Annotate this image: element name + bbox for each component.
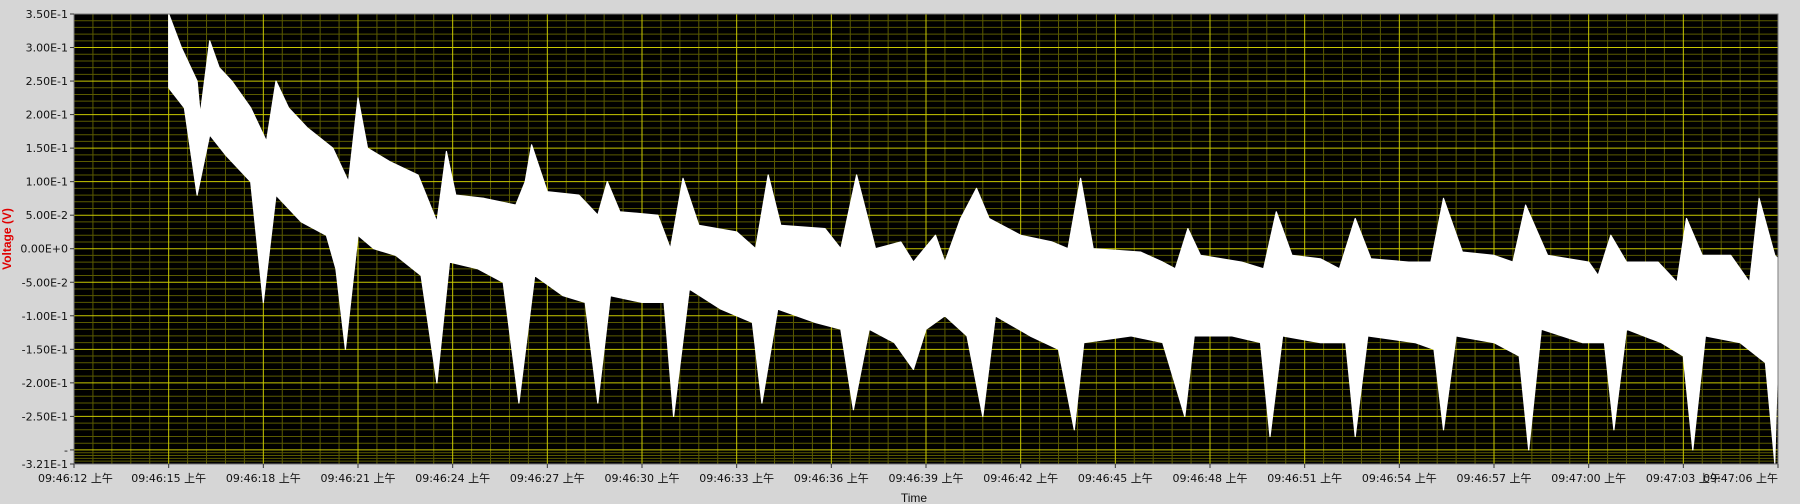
y-tick-label: -1.50E-1	[22, 343, 68, 356]
x-tick-label: 09:46:12 上午	[38, 472, 113, 485]
x-tick-label: 09:46:27 上午	[510, 472, 585, 485]
x-tick-label: 09:46:36 上午	[794, 472, 869, 485]
x-tick-label: 09:46:57 上午	[1457, 472, 1532, 485]
y-tick-label: -3.21E-1	[22, 458, 68, 471]
x-tick-label: 09:46:45 上午	[1078, 472, 1153, 485]
x-tick-label: 09:46:54 上午	[1362, 472, 1437, 485]
y-tick-label: 3.00E-1	[26, 42, 68, 55]
y-tick-label: -2.50E-1	[22, 410, 68, 423]
y-axis-label: Voltage (V)	[0, 208, 14, 270]
x-tick-label: 09:46:51 上午	[1267, 472, 1342, 485]
y-tick-label: 2.00E-1	[26, 109, 68, 122]
x-tick-label: 09:46:42 上午	[983, 472, 1058, 485]
y-tick-label: 5.00E-2	[26, 209, 68, 222]
x-tick-label: 09:46:21 上午	[321, 472, 396, 485]
chart-svg: 3.50E-1 3.00E-1 2.50E-1 2.00E-1 1.50E-1 1.00E…	[0, 0, 1800, 504]
y-tick-label: 1.50E-1	[26, 142, 68, 155]
x-tick-label: 09:46:48 上午	[1173, 472, 1248, 485]
y-tick-label: -1.00E-1	[22, 310, 68, 323]
y-tick-label: 3.50E-1	[26, 8, 68, 21]
x-tick-label: 09:46:24 上午	[415, 472, 490, 485]
x-tick-label: 09:46:30 上午	[605, 472, 680, 485]
y-tick-label: 0.00E+0	[20, 243, 68, 256]
x-tick-label: 09:47:06 上午	[1703, 472, 1778, 485]
y-tick-label: 2.50E-1	[26, 75, 68, 88]
x-tick-label: 09:47:00 上午	[1551, 472, 1626, 485]
x-tick-label: 09:46:15 上午	[131, 472, 206, 485]
voltage-time-chart: 3.50E-1 3.00E-1 2.50E-1 2.00E-1 1.50E-1 1.00E…	[0, 0, 1800, 504]
y-tick-label: -5.00E-2	[22, 276, 68, 289]
y-tick-label: -2.00E-1	[22, 377, 68, 390]
y-tick-label: -	[64, 444, 68, 457]
x-tick-label: 09:46:33 上午	[699, 472, 774, 485]
x-tick-label: 09:46:39 上午	[889, 472, 964, 485]
y-tick-label: 1.00E-1	[26, 176, 68, 189]
x-tick-label: 09:46:18 上午	[226, 472, 301, 485]
x-axis-label: Time	[901, 491, 928, 504]
